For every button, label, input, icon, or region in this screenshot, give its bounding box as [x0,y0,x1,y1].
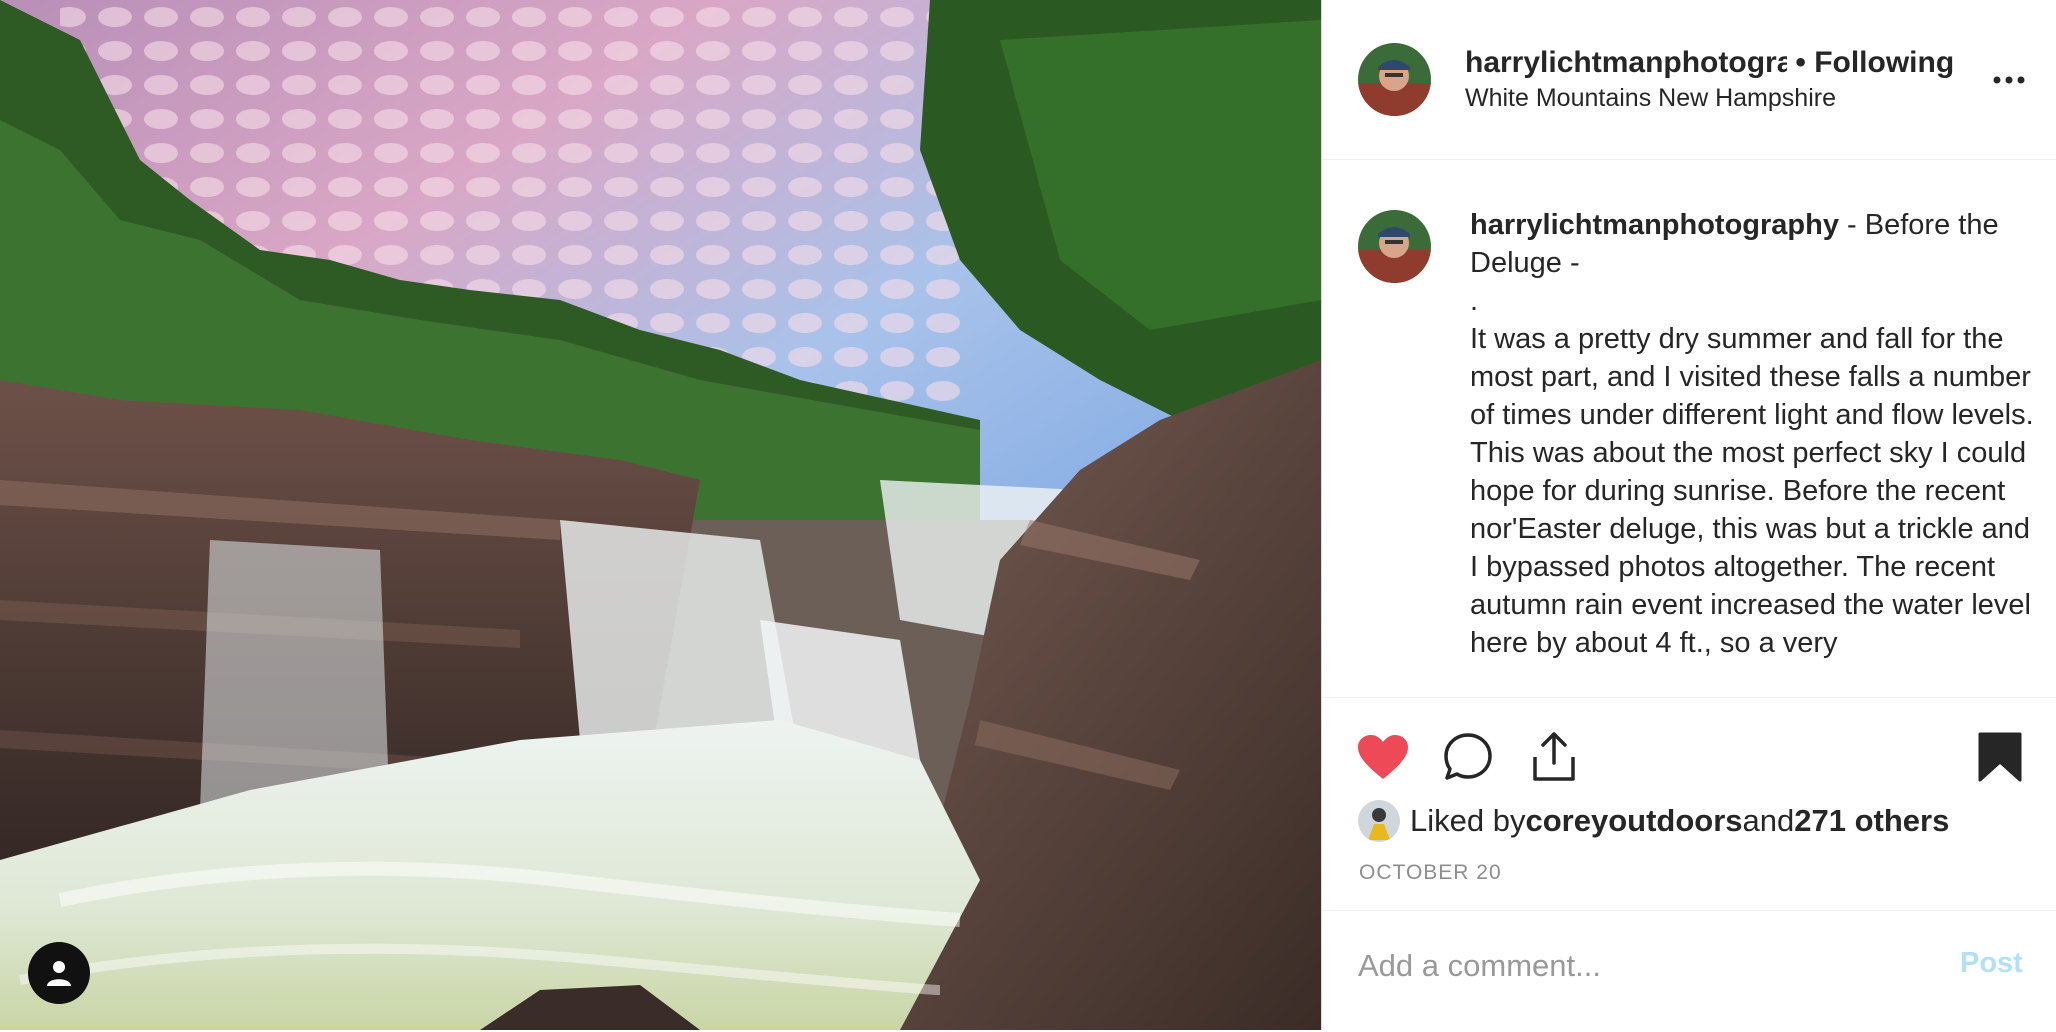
caption-body: It was a pretty dry summer and fall for … [1470,323,2034,659]
share-upload-icon [1533,732,1575,781]
post-actions: Liked by coreyoutdoors and 271 others OC… [1322,697,2056,1031]
tagged-users-button[interactable] [28,942,90,1004]
author-avatar[interactable] [1358,43,1431,116]
caption-text: harrylichtmanphotography - Before the De… [1470,206,2038,662]
caption-author-avatar[interactable] [1358,210,1431,283]
author-username[interactable]: harrylichtmanphotography [1465,46,1787,80]
caption-scroll-area[interactable]: harrylichtmanphotography - Before the De… [1322,160,2056,697]
post-location[interactable]: White Mountains New Hampshire [1465,84,1836,113]
liked-by-prefix: Liked by [1410,803,1526,838]
liked-by-conjunction: and [1742,803,1795,838]
like-button[interactable] [1354,728,1412,786]
caption-username[interactable]: harrylichtmanphotography [1470,209,1839,241]
post-comment-button[interactable]: Post [1960,947,2023,980]
liker-avatar[interactable] [1358,800,1400,842]
liker-avatar-image [1358,800,1400,842]
author-avatar-image [1358,43,1431,116]
liker-username[interactable]: coreyoutdoors [1525,803,1742,839]
post-header: harrylichtmanphotography • Following Whi… [1322,0,2056,160]
comment-input[interactable] [1358,943,1918,989]
caption-avatar-image [1358,210,1431,283]
share-button[interactable] [1525,728,1583,786]
post-photo[interactable] [0,0,1321,1030]
bookmark-filled-icon [1978,732,2022,782]
heart-filled-icon [1358,735,1408,779]
instagram-post-modal: harrylichtmanphotography • Following Whi… [0,0,2056,1030]
author-line: harrylichtmanphotography • Following [1465,46,2035,80]
following-button[interactable]: Following [1814,46,1954,79]
save-button[interactable] [1971,728,2029,786]
others-count-link[interactable]: 271 others [1794,803,1949,839]
waterfall-landscape-image [0,0,1321,1030]
post-date[interactable]: OCTOBER 20 [1359,861,1502,885]
header-separator: • [1787,46,1815,79]
comment-form: Post [1322,910,2056,1032]
person-icon [47,961,71,986]
likes-summary: Liked by coreyoutdoors and 271 others [1358,798,1949,844]
comment-bubble-icon [1444,733,1492,780]
more-horizontal-icon [1993,76,2025,84]
comment-button[interactable] [1439,728,1497,786]
caption-dot: . [1470,285,1479,317]
post-side-panel: harrylichtmanphotography • Following Whi… [1321,0,2056,1030]
more-options-button[interactable] [1987,58,2031,102]
